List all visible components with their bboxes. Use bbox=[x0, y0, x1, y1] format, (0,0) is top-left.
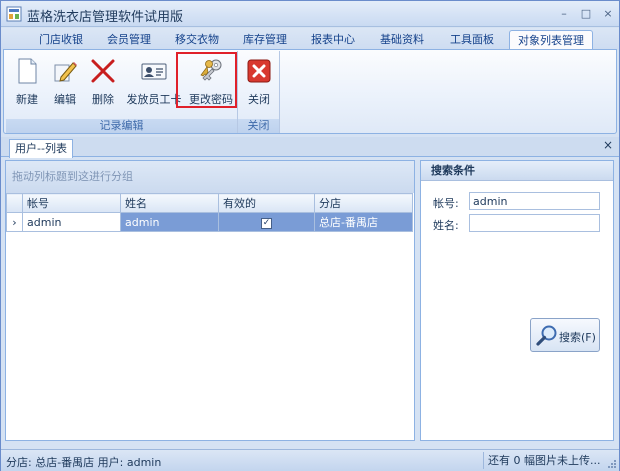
search-button[interactable]: 搜索(F) bbox=[530, 318, 600, 352]
document-tab-bar: 用户--列表 × bbox=[1, 137, 619, 158]
user-grid-panel: 拖动列标题到这进行分组 帐号 姓名 有效的 分店 › admin admin ✓ bbox=[5, 160, 415, 441]
tab-basic-data[interactable]: 基础资料 bbox=[369, 30, 435, 50]
change-password-highlight-box bbox=[176, 52, 237, 108]
tab-tools[interactable]: 工具面板 bbox=[439, 30, 505, 50]
ribbon-group-close: 关闭 关闭 bbox=[238, 51, 280, 133]
record-edit-group-label: 记录编辑 bbox=[6, 119, 237, 133]
account-field-label: 帐号: bbox=[433, 197, 459, 210]
close-document-icon[interactable]: × bbox=[603, 138, 613, 152]
close-group-label: 关闭 bbox=[238, 119, 279, 133]
close-label: 关闭 bbox=[248, 93, 270, 106]
table-header-row: 帐号 姓名 有效的 分店 bbox=[6, 193, 413, 213]
delete-label: 删除 bbox=[92, 93, 114, 106]
valid-checkbox[interactable]: ✓ bbox=[261, 218, 272, 229]
tab-inventory[interactable]: 库存管理 bbox=[233, 30, 297, 50]
group-by-hint[interactable]: 拖动列标题到这进行分组 bbox=[6, 161, 414, 193]
close-window-button[interactable]: × bbox=[601, 7, 615, 21]
tab-store-checkout[interactable]: 门店收银 bbox=[29, 30, 93, 50]
close-red-icon bbox=[247, 59, 271, 83]
id-card-icon bbox=[141, 63, 167, 80]
edit-label: 编辑 bbox=[54, 93, 76, 106]
column-header-account[interactable]: 帐号 bbox=[22, 193, 121, 213]
delete-x-icon bbox=[91, 59, 115, 83]
column-header-name[interactable]: 姓名 bbox=[120, 193, 219, 213]
minimize-button[interactable]: – bbox=[557, 7, 571, 21]
cell-account[interactable]: admin bbox=[22, 212, 121, 232]
table-row[interactable]: › admin admin ✓ 总店-番禺店 bbox=[6, 212, 413, 232]
column-header-branch[interactable]: 分店 bbox=[314, 193, 413, 213]
tab-transfer-clothes[interactable]: 移交衣物 bbox=[165, 30, 229, 50]
search-panel-title: 搜索条件 bbox=[421, 161, 613, 181]
ribbon-tab-bar: 门店收银 会员管理 移交衣物 库存管理 报表中心 基础资料 工具面板 对象列表管… bbox=[1, 28, 619, 50]
delete-button[interactable]: 删除 bbox=[86, 55, 120, 109]
app-icon bbox=[6, 6, 22, 22]
new-label: 新建 bbox=[16, 93, 38, 106]
issue-staff-card-label: 发放员工卡 bbox=[126, 93, 182, 106]
status-branch-user: 分店: 总店-番禺店 用户: admin bbox=[6, 456, 162, 469]
search-panel: 搜索条件 帐号: 姓名: 搜索(F) bbox=[420, 160, 614, 441]
magnifier-icon bbox=[536, 325, 557, 346]
cell-name[interactable]: admin bbox=[120, 212, 219, 232]
user-list-tab[interactable]: 用户--列表 bbox=[9, 139, 73, 158]
tab-member-management[interactable]: 会员管理 bbox=[97, 30, 161, 50]
search-button-label: 搜索(F) bbox=[559, 331, 596, 344]
new-document-icon bbox=[18, 58, 37, 84]
row-indicator-header bbox=[6, 193, 23, 213]
account-search-input[interactable] bbox=[469, 192, 600, 210]
window-title: 蓝格洗衣店管理软件试用版 bbox=[27, 10, 184, 25]
app-window: 蓝格洗衣店管理软件试用版 – □ × 门店收银 会员管理 移交衣物 库存管理 报… bbox=[0, 0, 620, 471]
status-bar: 分店: 总店-番禺店 用户: admin 还有 0 幅图片未上传... bbox=[1, 449, 619, 471]
tab-object-list[interactable]: 对象列表管理 bbox=[509, 30, 593, 50]
cell-branch[interactable]: 总店-番禺店 bbox=[314, 212, 413, 232]
edit-button[interactable]: 编辑 bbox=[48, 55, 82, 109]
close-button[interactable]: 关闭 bbox=[242, 55, 276, 109]
edit-pencil-icon bbox=[54, 62, 77, 82]
new-button[interactable]: 新建 bbox=[10, 55, 44, 109]
ribbon-panel: 新建 编辑 删除 发放员工卡 更改密码 记录编辑 关闭 关闭 bbox=[3, 49, 617, 134]
name-field-label: 姓名: bbox=[433, 219, 459, 232]
tab-reports[interactable]: 报表中心 bbox=[301, 30, 365, 50]
resize-grip-icon[interactable] bbox=[607, 459, 617, 469]
status-upload-info: 还有 0 幅图片未上传... bbox=[483, 452, 604, 469]
cell-valid[interactable]: ✓ bbox=[218, 212, 315, 232]
name-search-input[interactable] bbox=[469, 214, 600, 232]
user-table: 帐号 姓名 有效的 分店 › admin admin ✓ 总店-番禺店 bbox=[6, 193, 413, 232]
row-indicator-icon: › bbox=[6, 212, 23, 232]
column-header-valid[interactable]: 有效的 bbox=[218, 193, 315, 213]
maximize-button[interactable]: □ bbox=[579, 7, 593, 21]
issue-staff-card-button[interactable]: 发放员工卡 bbox=[124, 55, 184, 109]
title-bar: 蓝格洗衣店管理软件试用版 – □ × bbox=[1, 1, 619, 27]
